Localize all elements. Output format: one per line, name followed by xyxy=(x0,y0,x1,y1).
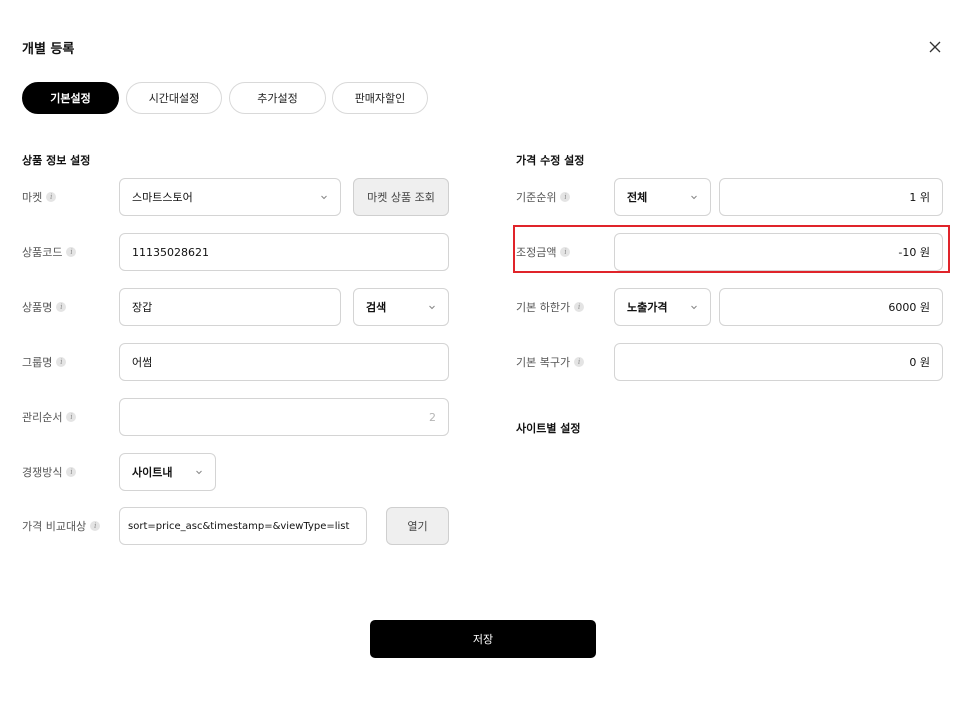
price-compare-input[interactable]: sort=price_asc&timestamp=&viewType=list xyxy=(119,507,367,545)
base-rank-input[interactable]: 1 위 xyxy=(719,178,943,216)
price-compare-label: 가격 비교대상 i xyxy=(22,519,101,533)
competition-method-label-text: 경쟁방식 xyxy=(22,466,63,479)
chevron-down-icon xyxy=(690,193,698,201)
market-value: 스마트스토어 xyxy=(132,191,193,204)
product-search-value: 검색 xyxy=(366,301,387,314)
chevron-down-icon xyxy=(428,303,436,311)
price-compare-label-text: 가격 비교대상 xyxy=(22,520,87,533)
competition-method-value: 사이트내 xyxy=(132,466,173,479)
info-icon[interactable]: i xyxy=(56,357,67,367)
base-lower-limit-label: 기본 하한가 i xyxy=(516,300,585,314)
management-order-input[interactable]: 2 xyxy=(119,398,449,436)
product-name-value: 장갑 xyxy=(132,301,153,314)
product-search-select[interactable]: 검색 xyxy=(353,288,449,326)
base-rank-select-value: 전체 xyxy=(627,191,648,204)
market-label-text: 마켓 xyxy=(22,191,43,204)
base-rank-label: 기준순위 i xyxy=(516,190,571,204)
product-code-input[interactable]: 11135028621 xyxy=(119,233,449,271)
info-icon[interactable]: i xyxy=(66,467,77,477)
group-name-label-text: 그룹명 xyxy=(22,356,53,369)
market-label: 마켓 i xyxy=(22,190,57,204)
base-rank-select[interactable]: 전체 xyxy=(614,178,711,216)
competition-method-select[interactable]: 사이트내 xyxy=(119,453,216,491)
base-restore-price-value: 0 원 xyxy=(909,356,930,369)
group-name-input[interactable]: 어썸 xyxy=(119,343,449,381)
base-lower-limit-select[interactable]: 노출가격 xyxy=(614,288,711,326)
modal-title: 개별 등록 xyxy=(22,42,75,57)
base-lower-limit-label-text: 기본 하한가 xyxy=(516,301,571,314)
market-select[interactable]: 스마트스토어 xyxy=(119,178,341,216)
base-rank-value: 1 위 xyxy=(909,191,930,204)
base-lower-limit-select-value: 노출가격 xyxy=(627,301,668,314)
base-lower-limit-value: 6000 원 xyxy=(888,301,930,314)
base-rank-label-text: 기준순위 xyxy=(516,191,557,204)
close-icon[interactable] xyxy=(926,38,944,56)
product-name-input[interactable]: 장갑 xyxy=(119,288,341,326)
base-lower-limit-input[interactable]: 6000 원 xyxy=(719,288,943,326)
info-icon[interactable]: i xyxy=(90,521,101,531)
product-code-label-text: 상품코드 xyxy=(22,246,63,259)
group-name-value: 어썸 xyxy=(132,356,153,369)
site-settings-title: 사이트별 설정 xyxy=(516,422,581,435)
chevron-down-icon xyxy=(690,303,698,311)
group-name-label: 그룹명 i xyxy=(22,355,67,369)
tab-seller-discount[interactable]: 판매자할인 xyxy=(332,82,428,114)
highlight-box xyxy=(513,225,950,273)
tab-basic-settings[interactable]: 기본설정 xyxy=(22,82,119,114)
info-icon[interactable]: i xyxy=(560,192,571,202)
save-button[interactable]: 저장 xyxy=(370,620,596,658)
tab-time-settings[interactable]: 시간대설정 xyxy=(126,82,222,114)
info-icon[interactable]: i xyxy=(46,192,57,202)
base-restore-price-input[interactable]: 0 원 xyxy=(614,343,943,381)
price-edit-title: 가격 수정 설정 xyxy=(516,154,585,167)
management-order-label-text: 관리순서 xyxy=(22,411,63,424)
info-icon[interactable]: i xyxy=(56,302,67,312)
info-icon[interactable]: i xyxy=(66,247,77,257)
competition-method-label: 경쟁방식 i xyxy=(22,465,77,479)
tab-additional-settings[interactable]: 추가설정 xyxy=(229,82,326,114)
product-name-label: 상품명 i xyxy=(22,300,67,314)
info-icon[interactable]: i xyxy=(574,302,585,312)
market-lookup-button[interactable]: 마켓 상품 조회 xyxy=(353,178,449,216)
info-icon[interactable]: i xyxy=(574,357,585,367)
product-info-title: 상품 정보 설정 xyxy=(22,154,91,167)
price-compare-value: sort=price_asc&timestamp=&viewType=list xyxy=(128,520,350,532)
base-restore-price-label: 기본 복구가 i xyxy=(516,355,585,369)
open-button[interactable]: 열기 xyxy=(386,507,449,545)
management-order-placeholder: 2 xyxy=(429,410,436,424)
management-order-label: 관리순서 i xyxy=(22,410,77,424)
chevron-down-icon xyxy=(195,468,203,476)
product-name-label-text: 상품명 xyxy=(22,301,53,314)
info-icon[interactable]: i xyxy=(66,412,77,422)
product-code-label: 상품코드 i xyxy=(22,245,77,259)
base-restore-price-label-text: 기본 복구가 xyxy=(516,356,571,369)
product-code-value: 11135028621 xyxy=(132,245,209,259)
chevron-down-icon xyxy=(320,193,328,201)
